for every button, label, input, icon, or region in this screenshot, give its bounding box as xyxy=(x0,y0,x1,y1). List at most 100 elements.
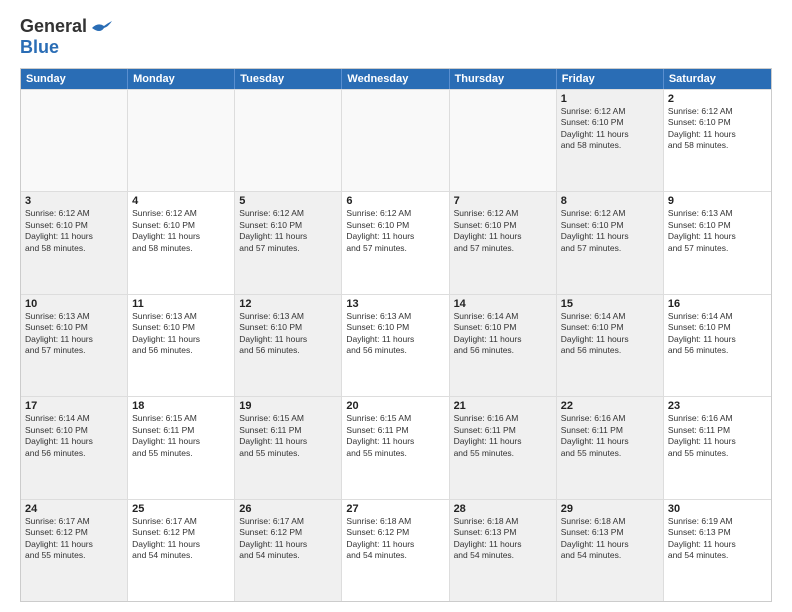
calendar-cell: 1Sunrise: 6:12 AM Sunset: 6:10 PM Daylig… xyxy=(557,90,664,191)
calendar-row-5: 24Sunrise: 6:17 AM Sunset: 6:12 PM Dayli… xyxy=(21,499,771,601)
day-number: 24 xyxy=(25,503,123,515)
calendar-body: 1Sunrise: 6:12 AM Sunset: 6:10 PM Daylig… xyxy=(21,89,771,601)
calendar-cell: 3Sunrise: 6:12 AM Sunset: 6:10 PM Daylig… xyxy=(21,192,128,293)
day-info: Sunrise: 6:12 AM Sunset: 6:10 PM Dayligh… xyxy=(132,208,230,254)
calendar-cell: 6Sunrise: 6:12 AM Sunset: 6:10 PM Daylig… xyxy=(342,192,449,293)
day-number: 20 xyxy=(346,400,444,412)
logo: General Blue xyxy=(20,16,112,58)
calendar-cell: 22Sunrise: 6:16 AM Sunset: 6:11 PM Dayli… xyxy=(557,397,664,498)
calendar-cell: 19Sunrise: 6:15 AM Sunset: 6:11 PM Dayli… xyxy=(235,397,342,498)
day-info: Sunrise: 6:12 AM Sunset: 6:10 PM Dayligh… xyxy=(561,208,659,254)
calendar-cell: 28Sunrise: 6:18 AM Sunset: 6:13 PM Dayli… xyxy=(450,500,557,601)
calendar-cell xyxy=(235,90,342,191)
calendar-cell xyxy=(450,90,557,191)
day-info: Sunrise: 6:15 AM Sunset: 6:11 PM Dayligh… xyxy=(132,413,230,459)
day-number: 10 xyxy=(25,298,123,310)
day-info: Sunrise: 6:14 AM Sunset: 6:10 PM Dayligh… xyxy=(668,311,767,357)
calendar-cell: 7Sunrise: 6:12 AM Sunset: 6:10 PM Daylig… xyxy=(450,192,557,293)
day-number: 3 xyxy=(25,195,123,207)
day-number: 18 xyxy=(132,400,230,412)
calendar-cell: 4Sunrise: 6:12 AM Sunset: 6:10 PM Daylig… xyxy=(128,192,235,293)
weekday-header-sunday: Sunday xyxy=(21,69,128,89)
day-info: Sunrise: 6:17 AM Sunset: 6:12 PM Dayligh… xyxy=(239,516,337,562)
day-number: 14 xyxy=(454,298,552,310)
day-info: Sunrise: 6:14 AM Sunset: 6:10 PM Dayligh… xyxy=(561,311,659,357)
page: General Blue SundayMondayTuesdayWednesda… xyxy=(0,0,792,612)
day-number: 28 xyxy=(454,503,552,515)
day-info: Sunrise: 6:12 AM Sunset: 6:10 PM Dayligh… xyxy=(561,106,659,152)
calendar-cell: 12Sunrise: 6:13 AM Sunset: 6:10 PM Dayli… xyxy=(235,295,342,396)
calendar-cell: 29Sunrise: 6:18 AM Sunset: 6:13 PM Dayli… xyxy=(557,500,664,601)
calendar-cell: 27Sunrise: 6:18 AM Sunset: 6:12 PM Dayli… xyxy=(342,500,449,601)
calendar-cell: 30Sunrise: 6:19 AM Sunset: 6:13 PM Dayli… xyxy=(664,500,771,601)
day-number: 6 xyxy=(346,195,444,207)
day-info: Sunrise: 6:13 AM Sunset: 6:10 PM Dayligh… xyxy=(132,311,230,357)
weekday-header-saturday: Saturday xyxy=(664,69,771,89)
calendar-cell: 5Sunrise: 6:12 AM Sunset: 6:10 PM Daylig… xyxy=(235,192,342,293)
weekday-header-friday: Friday xyxy=(557,69,664,89)
calendar-row-3: 10Sunrise: 6:13 AM Sunset: 6:10 PM Dayli… xyxy=(21,294,771,396)
day-number: 29 xyxy=(561,503,659,515)
weekday-header-tuesday: Tuesday xyxy=(235,69,342,89)
day-number: 7 xyxy=(454,195,552,207)
day-number: 22 xyxy=(561,400,659,412)
day-number: 19 xyxy=(239,400,337,412)
day-info: Sunrise: 6:17 AM Sunset: 6:12 PM Dayligh… xyxy=(25,516,123,562)
day-number: 26 xyxy=(239,503,337,515)
day-info: Sunrise: 6:16 AM Sunset: 6:11 PM Dayligh… xyxy=(454,413,552,459)
day-info: Sunrise: 6:13 AM Sunset: 6:10 PM Dayligh… xyxy=(25,311,123,357)
day-number: 17 xyxy=(25,400,123,412)
calendar-cell xyxy=(342,90,449,191)
calendar-cell: 13Sunrise: 6:13 AM Sunset: 6:10 PM Dayli… xyxy=(342,295,449,396)
calendar-cell xyxy=(128,90,235,191)
day-info: Sunrise: 6:18 AM Sunset: 6:12 PM Dayligh… xyxy=(346,516,444,562)
calendar-cell: 15Sunrise: 6:14 AM Sunset: 6:10 PM Dayli… xyxy=(557,295,664,396)
day-info: Sunrise: 6:16 AM Sunset: 6:11 PM Dayligh… xyxy=(668,413,767,459)
calendar-cell xyxy=(21,90,128,191)
day-info: Sunrise: 6:12 AM Sunset: 6:10 PM Dayligh… xyxy=(668,106,767,152)
logo-general: General xyxy=(20,16,87,37)
day-number: 5 xyxy=(239,195,337,207)
calendar-cell: 24Sunrise: 6:17 AM Sunset: 6:12 PM Dayli… xyxy=(21,500,128,601)
calendar-cell: 18Sunrise: 6:15 AM Sunset: 6:11 PM Dayli… xyxy=(128,397,235,498)
day-info: Sunrise: 6:14 AM Sunset: 6:10 PM Dayligh… xyxy=(25,413,123,459)
day-info: Sunrise: 6:19 AM Sunset: 6:13 PM Dayligh… xyxy=(668,516,767,562)
day-number: 1 xyxy=(561,93,659,105)
calendar-cell: 25Sunrise: 6:17 AM Sunset: 6:12 PM Dayli… xyxy=(128,500,235,601)
calendar-cell: 8Sunrise: 6:12 AM Sunset: 6:10 PM Daylig… xyxy=(557,192,664,293)
day-info: Sunrise: 6:15 AM Sunset: 6:11 PM Dayligh… xyxy=(239,413,337,459)
day-info: Sunrise: 6:18 AM Sunset: 6:13 PM Dayligh… xyxy=(561,516,659,562)
calendar-row-2: 3Sunrise: 6:12 AM Sunset: 6:10 PM Daylig… xyxy=(21,191,771,293)
day-number: 9 xyxy=(668,195,767,207)
weekday-header-thursday: Thursday xyxy=(450,69,557,89)
calendar-cell: 14Sunrise: 6:14 AM Sunset: 6:10 PM Dayli… xyxy=(450,295,557,396)
calendar-cell: 16Sunrise: 6:14 AM Sunset: 6:10 PM Dayli… xyxy=(664,295,771,396)
day-info: Sunrise: 6:13 AM Sunset: 6:10 PM Dayligh… xyxy=(346,311,444,357)
header: General Blue xyxy=(20,16,772,58)
day-number: 4 xyxy=(132,195,230,207)
day-info: Sunrise: 6:13 AM Sunset: 6:10 PM Dayligh… xyxy=(239,311,337,357)
day-number: 21 xyxy=(454,400,552,412)
calendar-cell: 9Sunrise: 6:13 AM Sunset: 6:10 PM Daylig… xyxy=(664,192,771,293)
day-info: Sunrise: 6:12 AM Sunset: 6:10 PM Dayligh… xyxy=(25,208,123,254)
day-number: 11 xyxy=(132,298,230,310)
calendar-header: SundayMondayTuesdayWednesdayThursdayFrid… xyxy=(21,69,771,89)
calendar-cell: 11Sunrise: 6:13 AM Sunset: 6:10 PM Dayli… xyxy=(128,295,235,396)
day-number: 30 xyxy=(668,503,767,515)
day-number: 12 xyxy=(239,298,337,310)
day-number: 15 xyxy=(561,298,659,310)
logo-blue: Blue xyxy=(20,37,59,57)
calendar: SundayMondayTuesdayWednesdayThursdayFrid… xyxy=(20,68,772,602)
day-number: 2 xyxy=(668,93,767,105)
day-info: Sunrise: 6:12 AM Sunset: 6:10 PM Dayligh… xyxy=(239,208,337,254)
logo-bird-icon xyxy=(90,20,112,36)
day-info: Sunrise: 6:17 AM Sunset: 6:12 PM Dayligh… xyxy=(132,516,230,562)
calendar-cell: 20Sunrise: 6:15 AM Sunset: 6:11 PM Dayli… xyxy=(342,397,449,498)
calendar-cell: 21Sunrise: 6:16 AM Sunset: 6:11 PM Dayli… xyxy=(450,397,557,498)
calendar-cell: 10Sunrise: 6:13 AM Sunset: 6:10 PM Dayli… xyxy=(21,295,128,396)
calendar-row-4: 17Sunrise: 6:14 AM Sunset: 6:10 PM Dayli… xyxy=(21,396,771,498)
calendar-cell: 26Sunrise: 6:17 AM Sunset: 6:12 PM Dayli… xyxy=(235,500,342,601)
calendar-row-1: 1Sunrise: 6:12 AM Sunset: 6:10 PM Daylig… xyxy=(21,89,771,191)
day-info: Sunrise: 6:15 AM Sunset: 6:11 PM Dayligh… xyxy=(346,413,444,459)
day-number: 27 xyxy=(346,503,444,515)
